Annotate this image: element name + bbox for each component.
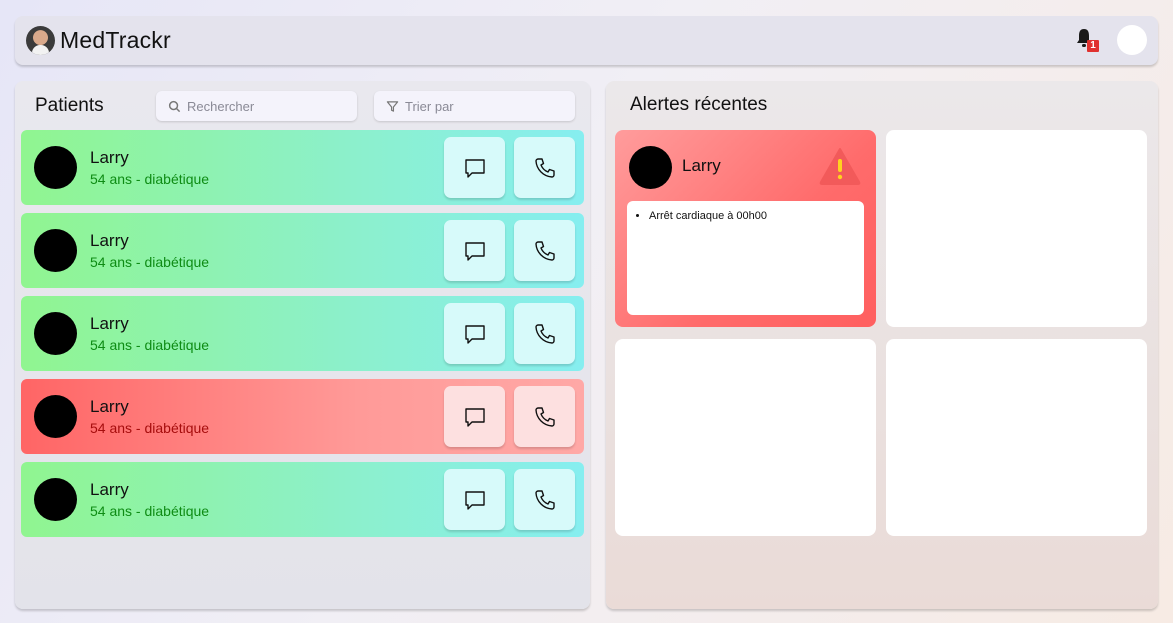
call-button[interactable] — [514, 303, 575, 364]
alert-patient-avatar — [629, 146, 672, 189]
message-icon — [464, 158, 485, 178]
message-icon — [464, 324, 485, 344]
patient-info: 54 ans - diabétique — [90, 503, 210, 519]
phone-icon — [534, 240, 555, 261]
phone-icon — [534, 489, 555, 510]
patient-name: Larry — [90, 480, 129, 499]
app-logo — [26, 26, 55, 55]
patients-title: Patients — [35, 95, 104, 116]
search-icon — [168, 100, 181, 112]
call-button[interactable] — [514, 469, 575, 530]
patient-avatar — [34, 395, 77, 438]
sort-label: Trier par — [405, 98, 454, 114]
message-icon — [464, 407, 485, 427]
phone-icon — [534, 157, 555, 178]
search-placeholder: Rechercher — [187, 98, 255, 114]
call-button[interactable] — [514, 220, 575, 281]
alert-details: Arrêt cardiaque à 00h00 — [627, 201, 864, 315]
warning-icon — [819, 148, 861, 185]
patient-info: 54 ans - diabétique — [90, 254, 210, 270]
patient-name: Larry — [90, 148, 129, 167]
alert-patient-name: Larry — [682, 156, 721, 175]
message-button[interactable] — [444, 137, 505, 198]
alert-card-empty — [886, 130, 1147, 327]
alerts-title: Alertes récentes — [630, 94, 768, 115]
phone-icon — [534, 323, 555, 344]
patients-panel: Patients Rechercher Trier par Larry 54 a… — [15, 81, 590, 609]
patient-info: 54 ans - diabétique — [90, 171, 210, 187]
patient-avatar — [34, 478, 77, 521]
alert-card-empty — [886, 339, 1147, 536]
patient-name: Larry — [90, 314, 129, 333]
message-button[interactable] — [444, 469, 505, 530]
patient-avatar — [34, 146, 77, 189]
patient-row[interactable]: Larry 54 ans - diabétique — [21, 296, 584, 371]
message-button[interactable] — [444, 220, 505, 281]
message-icon — [464, 490, 485, 510]
alert-item: Arrêt cardiaque à 00h00 — [649, 210, 864, 222]
app-title: MedTrackr — [60, 27, 171, 53]
alerts-panel: Alertes récentes Larry Arrêt cardiaque à… — [606, 81, 1158, 609]
patient-avatar — [34, 229, 77, 272]
message-button[interactable] — [444, 386, 505, 447]
notification-badge: 1 — [1087, 40, 1099, 52]
patient-name: Larry — [90, 231, 129, 250]
patient-row-alert[interactable]: Larry 54 ans - diabétique — [21, 379, 584, 454]
patient-avatar — [34, 312, 77, 355]
patient-info: 54 ans - diabétique — [90, 337, 210, 353]
sort-dropdown[interactable]: Trier par — [374, 91, 575, 121]
phone-icon — [534, 406, 555, 427]
message-icon — [464, 241, 485, 261]
call-button[interactable] — [514, 137, 575, 198]
user-avatar[interactable] — [1117, 25, 1147, 55]
patient-row[interactable]: Larry 54 ans - diabétique — [21, 130, 584, 205]
patient-name: Larry — [90, 397, 129, 416]
patient-info: 54 ans - diabétique — [90, 420, 210, 436]
alert-card[interactable]: Larry Arrêt cardiaque à 00h00 — [615, 130, 876, 327]
search-input[interactable]: Rechercher — [156, 91, 357, 121]
message-button[interactable] — [444, 303, 505, 364]
filter-icon — [386, 100, 399, 112]
top-bar: MedTrackr 1 — [15, 16, 1158, 65]
patient-row[interactable]: Larry 54 ans - diabétique — [21, 462, 584, 537]
alert-card-empty — [615, 339, 876, 536]
patient-row[interactable]: Larry 54 ans - diabétique — [21, 213, 584, 288]
call-button[interactable] — [514, 386, 575, 447]
